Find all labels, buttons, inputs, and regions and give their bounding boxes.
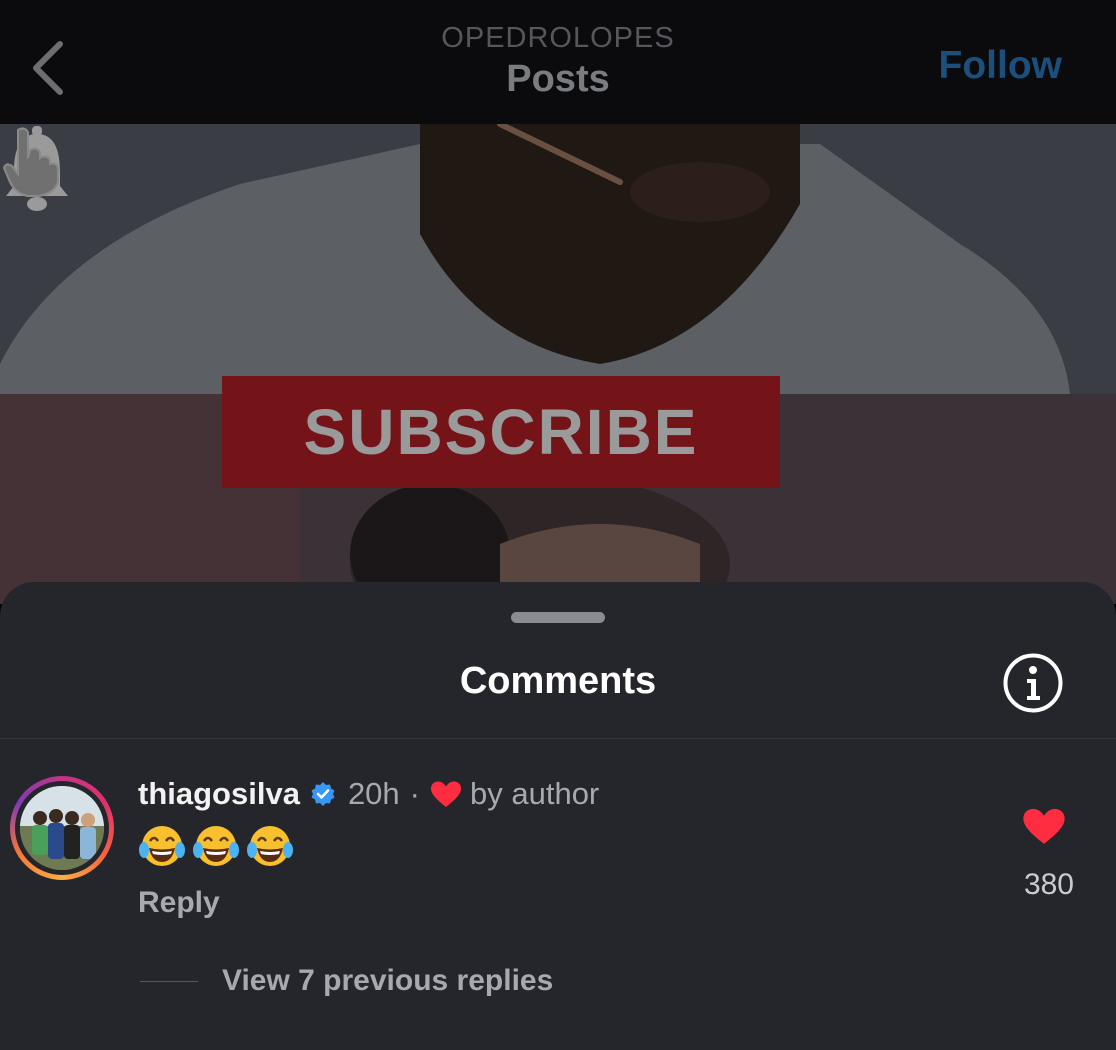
verified-badge-icon (311, 782, 335, 806)
separator-dot: · (409, 776, 420, 811)
liked-by-author-label: by author (470, 776, 600, 811)
like-button[interactable] (1022, 806, 1066, 851)
follow-button[interactable]: Follow (939, 44, 1062, 88)
top-header: OPEDROLOPES Posts Follow (0, 0, 1116, 124)
tears-of-joy-emoji-icon (139, 826, 185, 866)
tears-of-joy-emoji-icon (193, 826, 239, 866)
replies-divider-line (140, 980, 198, 982)
comments-title: Comments (459, 660, 657, 702)
subscribe-text: SUBSCRIBE (303, 396, 699, 468)
view-replies-label: View 7 previous replies (222, 964, 554, 997)
avatar-photo (20, 786, 104, 870)
info-icon (1003, 653, 1063, 713)
like-count: 380 (1023, 868, 1074, 901)
comment-header: thiagosilva 20h · by author (138, 776, 599, 812)
comment-item: thiagosilva 20h · by author Reply 380 (0, 772, 1116, 952)
comment-time: 20h (347, 776, 400, 811)
heart-icon (431, 781, 461, 807)
subscribe-banner: SUBSCRIBE (222, 376, 780, 488)
view-previous-replies-button[interactable]: View 7 previous replies (140, 964, 553, 998)
group-photo-image (20, 786, 104, 870)
avatar[interactable] (10, 776, 114, 880)
tears-of-joy-emoji-icon (247, 826, 293, 866)
info-button[interactable] (1002, 652, 1064, 714)
comment-username[interactable]: thiagosilva (138, 776, 300, 812)
sheet-grabber[interactable] (511, 612, 605, 623)
post-photo-background (0, 124, 1116, 604)
reply-button[interactable]: Reply (138, 886, 220, 920)
comments-sheet: Comments thiagosilva 20h · by author Rep… (0, 582, 1116, 1050)
hand-cursor-icon (2, 127, 59, 197)
post-image: SUBSCRIBE (0, 124, 1116, 604)
sheet-divider (0, 738, 1116, 739)
comment-text (138, 824, 294, 868)
heart-icon (1023, 808, 1065, 844)
